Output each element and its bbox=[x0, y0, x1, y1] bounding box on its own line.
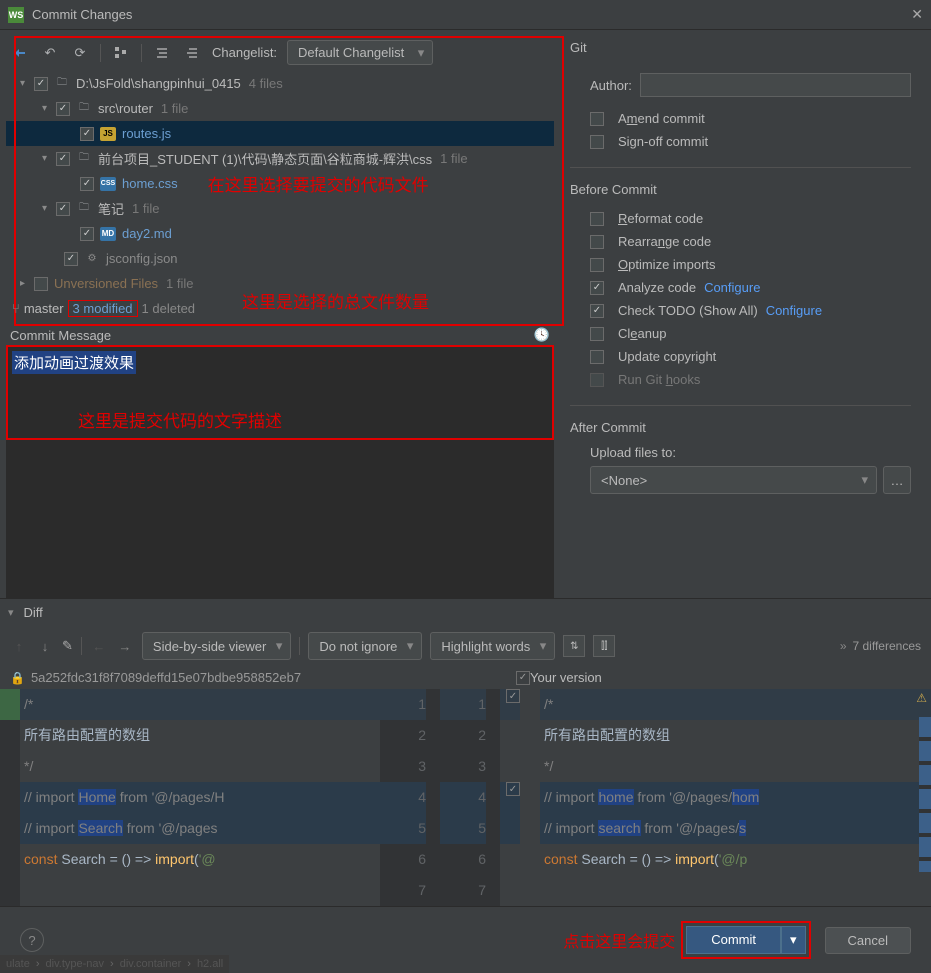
commit-message-input[interactable]: 添加动画过渡效果 这里是提交代码的文字描述 bbox=[6, 345, 554, 440]
branch-icon: ⑂ bbox=[12, 301, 20, 316]
tree-file[interactable]: ⚙ jsconfig.json bbox=[6, 246, 554, 271]
rollback-icon[interactable] bbox=[10, 43, 30, 63]
breadcrumb: ulate› div.type-nav› div.container› h2.a… bbox=[0, 955, 229, 973]
edit-icon[interactable]: ✎ bbox=[62, 638, 73, 654]
help-button[interactable]: ? bbox=[20, 928, 44, 952]
checkbox[interactable] bbox=[590, 212, 604, 226]
commit-button[interactable]: Commit bbox=[686, 926, 781, 954]
next-diff-icon[interactable]: ↓ bbox=[36, 639, 54, 654]
checkbox[interactable] bbox=[590, 281, 604, 295]
checkbox[interactable] bbox=[590, 350, 604, 364]
chevron-down-icon[interactable]: ▾ bbox=[42, 153, 56, 164]
amend-label: Amend commit bbox=[618, 111, 705, 126]
tree-unversioned[interactable]: ▸ Unversioned Files 1 file bbox=[6, 271, 554, 296]
collapse-unchanged-icon[interactable]: ⇅ bbox=[563, 635, 585, 657]
checkbox[interactable] bbox=[64, 252, 78, 266]
checkbox[interactable] bbox=[34, 77, 48, 91]
checkbox[interactable] bbox=[590, 235, 604, 249]
close-icon[interactable]: ✕ bbox=[911, 6, 923, 23]
author-input[interactable] bbox=[640, 73, 911, 97]
view-mode-select[interactable]: Side-by-side viewer bbox=[142, 632, 291, 660]
tree-file[interactable]: MD day2.md bbox=[6, 221, 554, 246]
css-icon: CSS bbox=[100, 177, 116, 191]
collapse-icon[interactable] bbox=[182, 43, 202, 63]
window-title: Commit Changes bbox=[32, 7, 132, 22]
check-indicator[interactable] bbox=[516, 671, 530, 685]
chevron-right-icon[interactable]: ▸ bbox=[20, 278, 34, 289]
prev-diff-icon[interactable]: ↑ bbox=[10, 639, 28, 654]
revision-hash: 5a252fdc31f8f7089deffd15e07bdbe958852eb7 bbox=[31, 670, 301, 685]
checkbox[interactable] bbox=[80, 127, 94, 141]
browse-button[interactable]: … bbox=[883, 466, 911, 494]
after-commit-title: After Commit bbox=[570, 420, 911, 435]
checkbox[interactable] bbox=[590, 327, 604, 341]
chevron-down-icon[interactable]: ▾ bbox=[42, 203, 56, 214]
upload-label: Upload files to: bbox=[570, 445, 911, 460]
checkbox[interactable] bbox=[590, 135, 604, 149]
warning-icon: ⚠ bbox=[916, 691, 927, 705]
checkbox[interactable] bbox=[56, 102, 70, 116]
tree-file[interactable]: CSS home.css 在这里选择要提交的代码文件 bbox=[6, 171, 554, 196]
checkbox[interactable] bbox=[590, 304, 604, 318]
deleted-count: 1 deleted bbox=[142, 301, 196, 316]
tree-root[interactable]: ▾ 🗀 D:\JsFold\shangpinhui_0415 4 files bbox=[6, 71, 554, 96]
git-label: Git bbox=[570, 40, 911, 55]
checkbox[interactable] bbox=[56, 202, 70, 216]
checkbox[interactable] bbox=[80, 177, 94, 191]
expand-icon[interactable] bbox=[152, 43, 172, 63]
checkbox bbox=[590, 373, 604, 387]
before-commit-title: Before Commit bbox=[570, 182, 911, 197]
chevron-down-icon[interactable]: ▾ bbox=[42, 103, 56, 114]
file-tree: ▾ 🗀 D:\JsFold\shangpinhui_0415 4 files ▾… bbox=[6, 71, 554, 296]
sync-scroll-icon[interactable]: ⫿⫿ bbox=[593, 635, 615, 657]
your-version-label: Your version bbox=[530, 670, 602, 685]
cancel-button[interactable]: Cancel bbox=[825, 927, 911, 954]
checkbox[interactable] bbox=[56, 152, 70, 166]
commit-dropdown[interactable]: ▾ bbox=[781, 926, 806, 954]
changelist-select[interactable]: Default Changelist bbox=[287, 40, 433, 65]
diff-count: 7 differences bbox=[840, 639, 921, 653]
line-check[interactable] bbox=[506, 689, 520, 703]
configure-link[interactable]: Configure bbox=[704, 280, 760, 295]
tree-file-selected[interactable]: JS routes.js bbox=[6, 121, 554, 146]
folder-icon: 🗀 bbox=[76, 152, 92, 166]
branch-name: master bbox=[24, 301, 64, 316]
tree-folder[interactable]: ▾ 🗀 前台项目_STUDENT (1)\代码\静态页面\谷粒商城-辉洪\css… bbox=[6, 146, 554, 171]
checkbox[interactable] bbox=[34, 277, 48, 291]
config-icon: ⚙ bbox=[84, 252, 100, 266]
group-icon[interactable] bbox=[111, 43, 131, 63]
lock-icon: 🔒 bbox=[10, 671, 25, 685]
configure-link[interactable]: Configure bbox=[766, 303, 822, 318]
changelist-label: Changelist: bbox=[212, 45, 277, 60]
scroll-indicator[interactable] bbox=[919, 717, 931, 872]
tree-folder[interactable]: ▾ 🗀 src\router 1 file bbox=[6, 96, 554, 121]
tree-folder[interactable]: ▾ 🗀 笔记 1 file bbox=[6, 196, 554, 221]
highlight-select[interactable]: Highlight words bbox=[430, 632, 555, 660]
undo-icon[interactable]: ↶ bbox=[40, 43, 60, 63]
commit-message-label: Commit Message bbox=[10, 328, 111, 343]
nav-fwd-icon[interactable]: → bbox=[116, 639, 134, 654]
ignore-select[interactable]: Do not ignore bbox=[308, 632, 422, 660]
refresh-icon[interactable]: ⟳ bbox=[70, 43, 90, 63]
checkbox[interactable] bbox=[590, 112, 604, 126]
folder-icon: 🗀 bbox=[54, 77, 70, 91]
md-icon: MD bbox=[100, 227, 116, 241]
folder-icon: 🗀 bbox=[76, 202, 92, 216]
upload-select[interactable]: <None> bbox=[590, 466, 877, 494]
author-label: Author: bbox=[590, 78, 632, 93]
app-logo: WS bbox=[8, 7, 24, 23]
modified-count: 3 modified bbox=[68, 300, 138, 317]
history-icon[interactable]: 🕓 bbox=[534, 327, 550, 343]
folder-icon: 🗀 bbox=[76, 102, 92, 116]
checkbox[interactable] bbox=[590, 258, 604, 272]
chevron-down-icon[interactable]: ▾ bbox=[8, 606, 14, 619]
diff-viewer: /* 所有路由配置的数组 */ // import Home from '@/p… bbox=[0, 689, 931, 906]
diff-title: Diff bbox=[24, 605, 43, 620]
nav-back-icon[interactable]: ← bbox=[90, 639, 108, 654]
signoff-label: Sign-off commit bbox=[618, 134, 708, 149]
line-check[interactable] bbox=[506, 782, 520, 796]
js-icon: JS bbox=[100, 127, 116, 141]
checkbox[interactable] bbox=[80, 227, 94, 241]
chevron-down-icon[interactable]: ▾ bbox=[20, 78, 34, 89]
